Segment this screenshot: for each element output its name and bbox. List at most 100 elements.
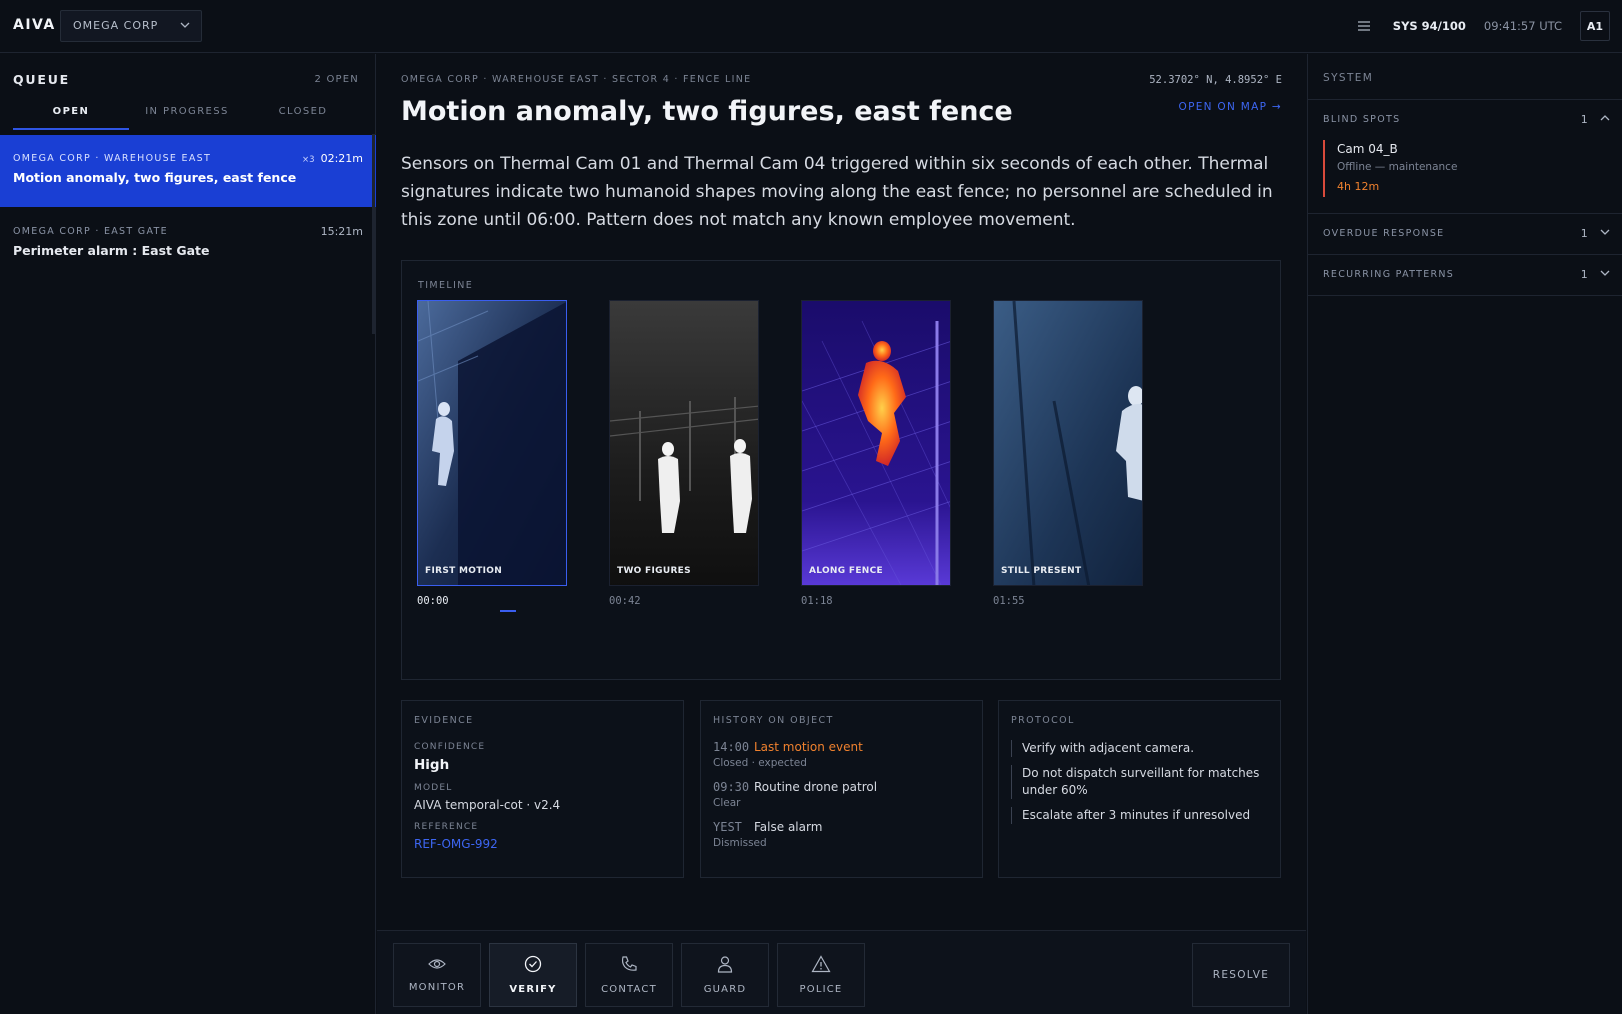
- chevron-down-icon: [1599, 226, 1611, 241]
- card-title: EVIDENCE: [414, 715, 474, 726]
- blind-spots-header[interactable]: BLIND SPOTS 1: [1308, 100, 1622, 140]
- history-card: HISTORY ON OBJECT 14:00 Last motion even…: [700, 700, 983, 878]
- topbar-right: SYS 94/100 09:41:57 UTC A1: [1353, 10, 1610, 42]
- org-selector-label: OMEGA CORP: [73, 19, 159, 32]
- history-event: False alarm: [754, 820, 823, 834]
- history-event: Routine drone patrol: [754, 780, 878, 794]
- police-button[interactable]: POLICE: [777, 943, 865, 1007]
- timeline-frame-two-figures[interactable]: TWO FIGURES: [609, 300, 759, 586]
- history-list: 14:00 Last motion event Closed · expecte…: [713, 740, 970, 849]
- frame-time: 00:00: [417, 595, 449, 607]
- monitor-button[interactable]: MONITOR: [393, 943, 481, 1007]
- section-count: 1: [1580, 227, 1589, 240]
- card-title: PROTOCOL: [1011, 715, 1075, 726]
- timeline-label: TIMELINE: [418, 280, 474, 291]
- warning-icon: [811, 955, 831, 976]
- timeline-scrubber[interactable]: [500, 610, 516, 612]
- person-icon: [716, 955, 734, 976]
- info-cards: EVIDENCE CONFIDENCE High MODEL AIVA temp…: [401, 700, 1281, 878]
- frame-time: 00:42: [609, 595, 641, 607]
- tab-in-progress[interactable]: IN PROGRESS: [129, 98, 245, 130]
- phone-icon: [620, 955, 638, 976]
- thermal-image: [994, 301, 1142, 585]
- tab-closed[interactable]: CLOSED: [245, 98, 361, 130]
- queue-title: QUEUE: [13, 72, 71, 87]
- history-sub: Closed · expected: [713, 757, 807, 769]
- contact-button[interactable]: CONTACT: [585, 943, 673, 1007]
- history-row: YEST False alarm Dismissed: [713, 820, 970, 849]
- recurring-patterns-header[interactable]: RECURRING PATTERNS 1: [1308, 255, 1622, 295]
- blind-spot-item[interactable]: Cam 04_B Offline — maintenance 4h 12m: [1323, 140, 1608, 197]
- contact-label: CONTACT: [601, 984, 657, 995]
- card-title: HISTORY ON OBJECT: [713, 715, 834, 726]
- queue-item-elapsed: 15:21m: [320, 225, 363, 238]
- timeline: TIMELINE FIRST MOTION TWO FIGURES ALONG …: [401, 260, 1281, 680]
- queue-item-multiplier: ×3: [302, 155, 315, 165]
- eye-icon: [428, 957, 446, 974]
- app-logo: AIVA: [13, 17, 56, 33]
- protocol-item: Do not dispatch surveillant for matches …: [1011, 765, 1268, 799]
- queue-item-site: OMEGA CORP · EAST GATE: [13, 226, 168, 237]
- incident-description: Sensors on Thermal Cam 01 and Thermal Ca…: [401, 154, 1273, 230]
- queue-scrollbar[interactable]: [372, 134, 375, 334]
- breadcrumb: OMEGA CORP · WAREHOUSE EAST · SECTOR 4 ·…: [401, 74, 752, 85]
- history-time: 09:30: [713, 780, 750, 794]
- overdue-response-section: OVERDUE RESPONSE 1: [1308, 213, 1622, 254]
- protocol-card: PROTOCOL Verify with adjacent camera. Do…: [998, 700, 1281, 878]
- frame-caption: ALONG FENCE: [809, 566, 883, 576]
- coordinates: 52.3702° N, 4.8952° E: [1149, 74, 1282, 86]
- frame-time: 01:18: [801, 595, 833, 607]
- utc-clock: 09:41:57 UTC: [1483, 19, 1562, 33]
- section-title: RECURRING PATTERNS: [1323, 269, 1455, 280]
- resolve-button[interactable]: RESOLVE: [1192, 943, 1290, 1007]
- blind-spot-status: Offline — maintenance: [1337, 161, 1458, 173]
- verify-label: VERIFY: [509, 984, 557, 995]
- frame-caption: FIRST MOTION: [425, 566, 503, 576]
- chevron-down-icon: [1599, 267, 1611, 282]
- overdue-response-header[interactable]: OVERDUE RESPONSE 1: [1308, 214, 1622, 254]
- chevron-down-icon: [179, 19, 191, 34]
- timeline-frame-still-present[interactable]: STILL PRESENT: [993, 300, 1143, 586]
- history-time: 14:00: [713, 740, 750, 754]
- section-divider: [1308, 295, 1622, 296]
- action-bar: MONITOR VERIFY CONTACT GUARD POLICE RESO…: [377, 930, 1306, 1014]
- history-row: 09:30 Routine drone patrol Clear: [713, 780, 970, 809]
- chevron-up-icon: [1599, 112, 1611, 127]
- tab-open[interactable]: OPEN: [13, 98, 129, 130]
- avatar[interactable]: A1: [1580, 11, 1610, 41]
- history-sub: Dismissed: [713, 837, 767, 849]
- verify-button[interactable]: VERIFY: [489, 943, 577, 1007]
- queue-item[interactable]: OMEGA CORP · EAST GATE Perimeter alarm :…: [0, 208, 376, 280]
- queue-item[interactable]: OMEGA CORP · WAREHOUSE EAST Motion anoma…: [0, 135, 376, 207]
- monitor-label: MONITOR: [408, 982, 466, 993]
- system-panel: SYSTEM BLIND SPOTS 1 Cam 04_B Offline — …: [1307, 54, 1622, 1014]
- timeline-frame-first-motion[interactable]: FIRST MOTION: [417, 300, 567, 586]
- system-title: SYSTEM: [1323, 72, 1374, 84]
- blind-spots-section: BLIND SPOTS 1 Cam 04_B Offline — mainten…: [1308, 99, 1622, 197]
- page-title: Motion anomaly, two figures, east fence: [401, 96, 1013, 127]
- system-score: SYS 94/100: [1392, 19, 1466, 33]
- reference-label: REFERENCE: [414, 822, 479, 832]
- open-on-map-link[interactable]: OPEN ON MAP →: [1179, 101, 1283, 113]
- model-value: AIVA temporal-cot · v2.4: [414, 798, 561, 812]
- blind-spot-name: Cam 04_B: [1337, 142, 1398, 156]
- history-sub: Clear: [713, 797, 741, 809]
- reference-link[interactable]: REF-OMG-992: [414, 837, 671, 851]
- guard-button[interactable]: GUARD: [681, 943, 769, 1007]
- menu-icon[interactable]: [1353, 15, 1375, 37]
- evidence-card: EVIDENCE CONFIDENCE High MODEL AIVA temp…: [401, 700, 684, 878]
- frame-caption: STILL PRESENT: [1001, 566, 1082, 576]
- protocol-item: Verify with adjacent camera.: [1011, 740, 1268, 757]
- section-count: 1: [1580, 268, 1589, 281]
- timeline-frame-along-fence[interactable]: ALONG FENCE: [801, 300, 951, 586]
- queue-tabs: OPEN IN PROGRESS CLOSED: [13, 98, 361, 130]
- protocol-list: Verify with adjacent camera. Do not disp…: [1011, 740, 1268, 824]
- top-bar: AIVA OMEGA CORP SYS 94/100 09:41:57 UTC …: [0, 0, 1622, 53]
- org-selector[interactable]: OMEGA CORP: [60, 10, 202, 42]
- section-count: 1: [1580, 113, 1589, 126]
- model-label: MODEL: [414, 783, 453, 793]
- thermal-image: [418, 301, 566, 585]
- section-title: OVERDUE RESPONSE: [1323, 228, 1445, 239]
- protocol-item: Escalate after 3 minutes if unresolved: [1011, 807, 1268, 824]
- section-title: BLIND SPOTS: [1323, 114, 1401, 125]
